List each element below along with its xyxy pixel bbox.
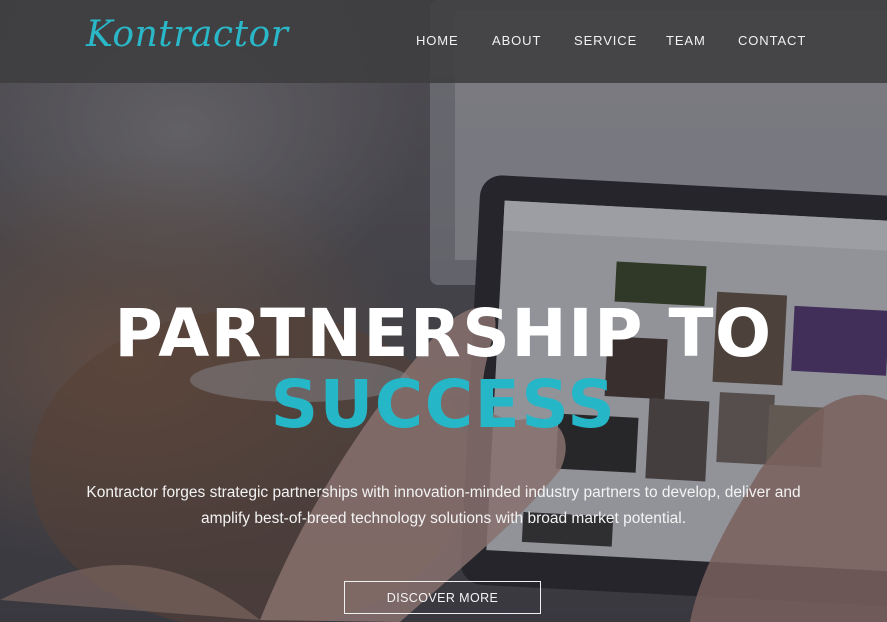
nav-item-team[interactable]: TEAM: [666, 33, 706, 48]
hero-title-line2: SUCCESS: [270, 366, 617, 443]
nav-item-contact[interactable]: CONTACT: [738, 33, 806, 48]
discover-more-button[interactable]: DISCOVER MORE: [344, 581, 541, 614]
hero-description: Kontractor forges strategic partnerships…: [86, 484, 801, 527]
hero-title-line1: PARTNERSHIP TO: [114, 295, 773, 372]
nav-item-about[interactable]: ABOUT: [492, 33, 541, 48]
main-nav: HOME ABOUT SERVICE TEAM CONTACT: [0, 33, 887, 53]
top-navbar: Kontractor HOME ABOUT SERVICE TEAM CONTA…: [0, 0, 887, 83]
nav-item-home[interactable]: HOME: [416, 33, 459, 48]
nav-item-service[interactable]: SERVICE: [574, 33, 637, 48]
hero-headline: PARTNERSHIP TO SUCCESS: [0, 298, 887, 440]
